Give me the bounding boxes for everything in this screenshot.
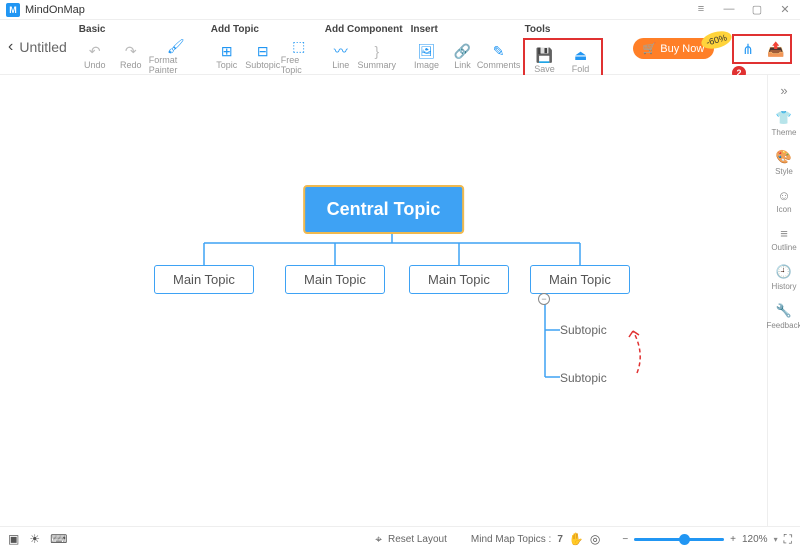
app-title: MindOnMap: [25, 4, 85, 16]
zoom-value: 120%: [742, 534, 768, 545]
brightness-icon[interactable]: ☀: [29, 532, 40, 546]
image-icon: 🖼: [418, 42, 436, 60]
reset-layout-label[interactable]: Reset Layout: [388, 534, 447, 545]
keyboard-icon[interactable]: ⌨: [50, 532, 67, 546]
pan-icon[interactable]: ✋: [569, 532, 584, 546]
group-insert-label: Insert: [409, 24, 517, 38]
topic-button[interactable]: ⊞Topic: [209, 38, 245, 74]
back-icon[interactable]: ‹: [8, 38, 13, 56]
link-icon: 🔗: [454, 42, 471, 60]
reset-layout-icon[interactable]: ⌖: [375, 532, 382, 547]
rail-feedback[interactable]: 🔧Feedback: [766, 303, 800, 330]
fullscreen-icon[interactable]: ⛶: [784, 532, 792, 547]
group-add-component-label: Add Component: [323, 24, 403, 38]
main-topic-node[interactable]: Main Topic: [530, 265, 630, 294]
cart-icon: 🛒: [643, 42, 657, 55]
topics-count-label: Mind Map Topics :: [471, 534, 551, 545]
subtopic-node[interactable]: Subtopic: [560, 323, 607, 337]
zoom-out-button[interactable]: −: [622, 534, 628, 545]
zoom-in-button[interactable]: +: [730, 534, 736, 545]
group-tools-label: Tools: [523, 24, 603, 38]
list-icon: ≡: [780, 226, 788, 241]
rail-outline[interactable]: ≡Outline: [771, 226, 796, 252]
group-basic-label: Basic: [77, 24, 203, 38]
free-topic-button[interactable]: ⬚Free Topic: [281, 38, 317, 74]
image-button[interactable]: 🖼Image: [409, 38, 445, 74]
buy-now-button[interactable]: 🛒 Buy Now -60%: [633, 38, 715, 59]
format-painter-button[interactable]: 🖌Format Painter: [149, 38, 203, 74]
link-button[interactable]: 🔗Link: [445, 38, 481, 74]
rail-history[interactable]: 🕘History: [772, 264, 797, 291]
close-button[interactable]: ✕: [776, 3, 794, 16]
export-icon: 📤: [767, 41, 784, 58]
save-icon: 💾: [536, 46, 553, 64]
wrench-icon: 🔧: [776, 303, 792, 319]
main-topic-node[interactable]: Main Topic: [154, 265, 254, 294]
annotation-arrow: [625, 325, 649, 375]
redo-button[interactable]: ↷Redo: [113, 38, 149, 74]
document-title[interactable]: Untitled: [19, 39, 66, 55]
line-icon: 〰: [334, 42, 348, 60]
zoom-dropdown-icon[interactable]: ▾: [774, 535, 778, 544]
minimize-button[interactable]: —: [720, 3, 738, 16]
comment-icon: ✎: [493, 42, 505, 60]
main-topic-node[interactable]: Main Topic: [285, 265, 385, 294]
central-topic-node[interactable]: Central Topic: [303, 185, 465, 234]
undo-button[interactable]: ↶Undo: [77, 38, 113, 74]
export-button[interactable]: 📤: [766, 39, 786, 59]
clock-icon: 🕘: [776, 264, 792, 280]
maximize-button[interactable]: ▢: [748, 3, 766, 16]
comments-button[interactable]: ✎Comments: [481, 38, 517, 74]
fold-icon: ⏏: [574, 46, 587, 64]
main-topic-node[interactable]: Main Topic: [409, 265, 509, 294]
palette-icon: 🎨: [776, 149, 792, 165]
smiley-icon: ☺: [777, 188, 790, 203]
free-topic-icon: ⬚: [292, 38, 305, 55]
rail-style[interactable]: 🎨Style: [775, 149, 793, 176]
menu-icon[interactable]: ≡: [692, 3, 710, 16]
shirt-icon: 👕: [776, 110, 792, 126]
center-icon[interactable]: ◎: [590, 532, 600, 546]
rail-theme[interactable]: 👕Theme: [772, 110, 797, 137]
discount-badge: -60%: [700, 28, 734, 51]
group-add-topic-label: Add Topic: [209, 24, 317, 38]
share-button[interactable]: ⋔: [738, 39, 758, 59]
fold-button[interactable]: ⏏Fold: [563, 42, 599, 78]
app-logo: M: [6, 3, 20, 17]
presentation-icon[interactable]: ▣: [8, 532, 19, 546]
canvas[interactable]: Central Topic Main Topic Main Topic Main…: [0, 75, 767, 526]
save-button[interactable]: 💾Save: [527, 42, 563, 78]
zoom-slider[interactable]: [634, 538, 724, 541]
sidebar-collapse-toggle[interactable]: »: [780, 83, 787, 98]
summary-icon: }: [374, 42, 379, 60]
subtopic-node[interactable]: Subtopic: [560, 371, 607, 385]
summary-button[interactable]: }Summary: [359, 38, 395, 74]
topic-icon: ⊞: [221, 42, 233, 60]
collapse-node-icon[interactable]: −: [538, 293, 550, 305]
topics-count: 7: [557, 534, 563, 545]
line-button[interactable]: 〰Line: [323, 38, 359, 74]
rail-icon[interactable]: ☺Icon: [776, 188, 791, 214]
paintbrush-icon: 🖌: [167, 38, 185, 55]
share-icon: ⋔: [742, 41, 754, 58]
subtopic-button[interactable]: ⊟Subtopic: [245, 38, 281, 74]
subtopic-icon: ⊟: [257, 42, 269, 60]
